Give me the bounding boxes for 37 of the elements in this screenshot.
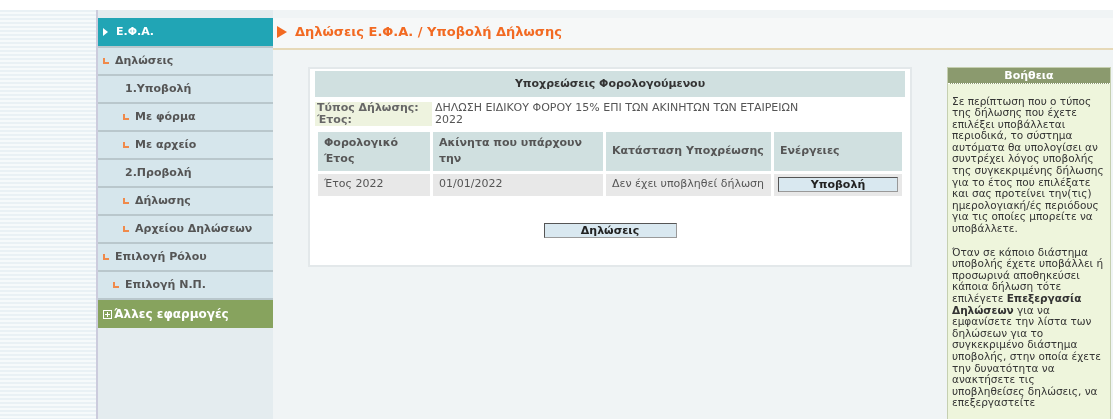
field-label: Τύπος Δήλωσης:: [315, 101, 432, 114]
sidebar-item[interactable]: 2.Προβολή: [98, 160, 273, 188]
help-text: Σε περίπτωση που ο τύπος της δήλωσης που έχετε επιλέξει υποβάλλεται περιοδικά, το σύστημα αυτόματα θα υπολογίσει αν συντρέχει λόγος υποβολής της συγκεκριμένης δήλωσης για το έτος που επιλέξατε και σας προτείνει την(τις) ημερολογιακή/ές περιόδους για τις οποίες μπορείτε να υποβάλλετε.: [952, 95, 1105, 235]
table-cell: 01/01/2022: [433, 173, 603, 196]
expand-icon[interactable]: [103, 309, 112, 319]
sidebar-item[interactable]: Με φόρμα: [98, 104, 273, 132]
bullet-icon: [113, 282, 119, 288]
sidebar-item[interactable]: Ε.Φ.Α.: [98, 18, 273, 48]
help-text: Όταν σε κάποιο διάστημα υποβολής έχετε υποβάλλει ή προσωρινά αποθηκεύσει κάποια δήλωση τότε επιλέγετε Επεξεργασία Δηλώσεων για να εμφανίσετε την λίστα των δηλώσεων για το συγκεκριμένο διάστημα υποβολής, στην οποία έχετε την δυνατότητα να ανακτήσετε τις υποβληθείσες δηλώσεις, να επεξεργαστείτε: [952, 246, 1105, 409]
declarations-button[interactable]: Δηλώσεις: [543, 223, 677, 238]
submit-button[interactable]: Υποβολή: [778, 177, 898, 192]
sidebar-item[interactable]: 1.Υποβολή: [98, 76, 273, 104]
card-title: Υποχρεώσεις Φορολογούμενου: [315, 70, 905, 97]
bullet-icon: [123, 142, 129, 148]
field-value: 2022: [434, 113, 464, 126]
sidebar-item[interactable]: Δήλωσης: [98, 188, 273, 216]
sidebar-item[interactable]: Επιλογή Ρόλου: [98, 244, 273, 272]
table-cell: Δεν έχει υποβληθεί δήλωση: [606, 173, 771, 196]
column-header: Ενέργειες: [774, 131, 902, 171]
column-header: Κατάσταση Υποχρέωσης: [606, 131, 771, 171]
bullet-icon: [103, 254, 109, 260]
bullet-icon: [123, 114, 129, 120]
column-header: Ακίνητα που υπάρχουν την: [433, 131, 603, 171]
triangle-icon: [277, 25, 287, 38]
table-cell: Έτος 2022: [318, 173, 430, 196]
bullet-icon: [103, 58, 109, 64]
triangle-icon: [103, 28, 108, 36]
field-value: ΔΗΛΩΣΗ ΕΙΔΙΚΟΥ ΦΟΡΟΥ 15% ΕΠΙ ΤΩΝ ΑΚΙΝΗΤΩΝ ΤΩΝ ΕΤΑΙΡΕΙΩΝ: [434, 101, 800, 114]
sidebar-item[interactable]: Με αρχείο: [98, 132, 273, 160]
help-title: Βοήθεια: [948, 67, 1110, 84]
sidebar-item[interactable]: Επιλογή Ν.Π.: [98, 272, 273, 300]
breadcrumb: Δηλώσεις Ε.Φ.Α. / Υποβολή Δήλωσης: [295, 23, 562, 41]
bullet-icon: [123, 226, 129, 232]
bullet-icon: [123, 198, 129, 204]
column-header: Φορολογικό Έτος: [318, 131, 430, 171]
sidebar-item[interactable]: Δηλώσεις: [98, 48, 273, 76]
sidebar-item[interactable]: Αρχείου Δηλώσεων: [98, 216, 273, 244]
